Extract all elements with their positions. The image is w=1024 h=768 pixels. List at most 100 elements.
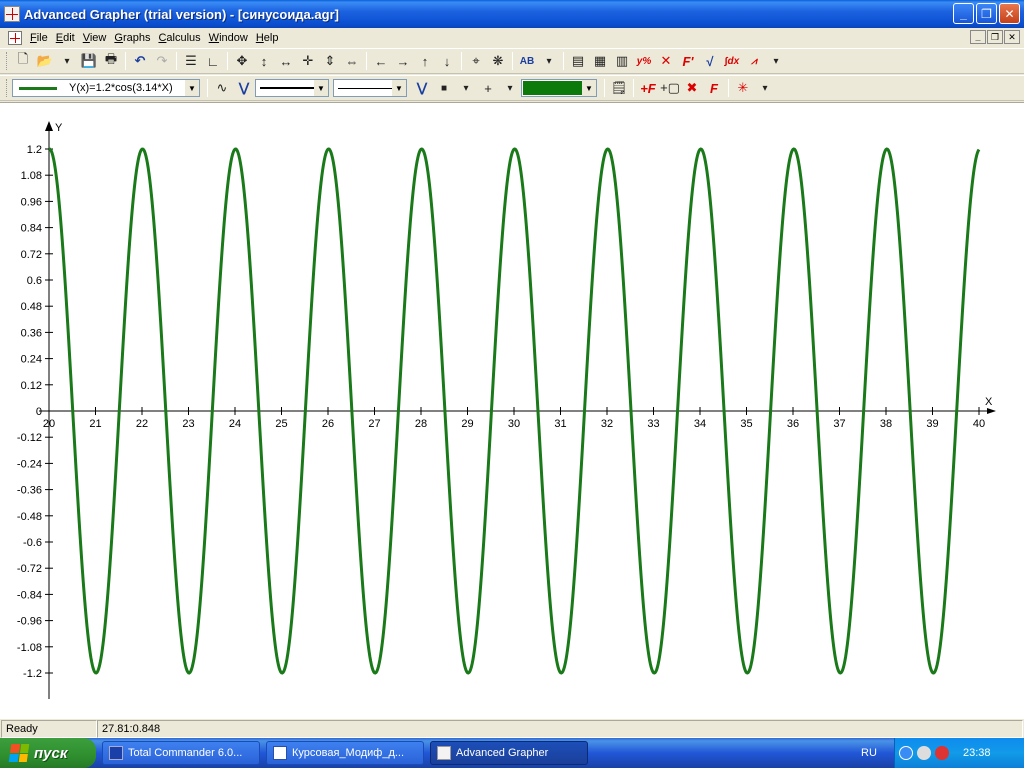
menu-file[interactable]: File <box>26 32 52 44</box>
fit-icon[interactable]: ❋ <box>487 51 509 71</box>
menu-help[interactable]: Help <box>252 32 283 44</box>
text-ab-icon[interactable]: AB <box>516 51 538 71</box>
marker-square-icon[interactable]: ■ <box>433 78 455 98</box>
y-tick-label: 0.84 <box>21 223 42 235</box>
derivative-icon[interactable]: F' <box>677 51 699 71</box>
toolbar-grip[interactable] <box>6 52 9 70</box>
delete-icon[interactable]: ✖ <box>681 78 703 98</box>
network-icon[interactable] <box>917 746 931 760</box>
line-width-preview <box>260 87 316 89</box>
marker-dropdown-icon[interactable]: ▾ <box>455 78 477 98</box>
properties-icon[interactable]: 🗒 <box>608 78 630 98</box>
x-tick-label: 20 <box>43 418 55 430</box>
zoom-in-icon[interactable]: ✛ <box>297 51 319 71</box>
toolbar-grip[interactable] <box>6 79 9 97</box>
open-folder-icon[interactable]: 📂 <box>34 51 56 71</box>
add-function-icon[interactable]: +F <box>637 78 659 98</box>
y-tick-label: 1.08 <box>21 170 42 182</box>
task-advanced-grapher[interactable]: Advanced Grapher <box>430 741 588 765</box>
find-value-icon[interactable]: y% <box>633 51 655 71</box>
table-icon[interactable]: ▤ <box>567 51 589 71</box>
task-total-commander[interactable]: Total Commander 6.0... <box>102 741 260 765</box>
axes-icon[interactable]: ∟ <box>202 51 224 71</box>
menu-calculus[interactable]: Calculus <box>154 32 204 44</box>
mdi-close-button[interactable]: ✕ <box>1004 30 1020 44</box>
print-icon[interactable]: 🖶 <box>100 51 122 71</box>
move-icon[interactable]: ✥ <box>231 51 253 71</box>
graph-canvas[interactable]: Y X 20 21 22 23 24 25 26 27 28 29 30 31 32 33 34 35 36 37 3… <box>0 102 1024 718</box>
center-icon[interactable]: ⌖ <box>465 51 487 71</box>
arrow-down-icon[interactable]: ↓ <box>436 51 458 71</box>
graph-list-icon[interactable]: ☰ <box>180 51 202 71</box>
maximize-button[interactable]: ❐ <box>976 3 997 24</box>
total-commander-icon <box>109 746 123 760</box>
task-word-document[interactable]: Курсовая_Модиф_д... <box>266 741 424 765</box>
language-indicator[interactable]: RU <box>861 747 877 759</box>
y-axis-arrow <box>45 121 53 131</box>
menu-edit[interactable]: Edit <box>52 32 79 44</box>
y-tick-label: 0.72 <box>21 249 42 261</box>
toolbar-separator <box>604 79 605 97</box>
system-tray: RU 23:38 <box>861 738 1024 768</box>
stretch-vertical-icon[interactable]: ↕ <box>253 51 275 71</box>
add-table-icon[interactable]: +▢ <box>659 78 681 98</box>
chevron-down-icon[interactable]: ▼ <box>314 80 328 96</box>
security-shield-icon[interactable] <box>935 746 949 760</box>
task-label: Курсовая_Модиф_д... <box>292 747 405 759</box>
integral-icon[interactable]: ∫dx <box>721 51 743 71</box>
minimize-button[interactable]: _ <box>953 3 974 24</box>
grid-table-icon[interactable]: ▥ <box>611 51 633 71</box>
chevron-down-icon[interactable]: ▼ <box>582 80 596 96</box>
smooth-line-icon[interactable]: ∿ <box>211 78 233 98</box>
color-select[interactable]: ▼ <box>521 79 597 97</box>
start-button[interactable]: пуск <box>0 738 96 768</box>
open-dropdown-icon[interactable]: ▾ <box>56 51 78 71</box>
document-icon[interactable] <box>8 31 22 45</box>
arrow-up-icon[interactable]: ↑ <box>414 51 436 71</box>
shrink-horizontal-icon[interactable]: ⇔ <box>341 51 363 71</box>
cross-dropdown-icon[interactable]: ▾ <box>499 78 521 98</box>
toolbar-separator <box>512 52 513 70</box>
menu-view[interactable]: View <box>79 32 111 44</box>
x-axis-label: X <box>985 396 993 408</box>
menu-window[interactable]: Window <box>205 32 252 44</box>
redo-icon[interactable]: ↷ <box>151 51 173 71</box>
points-icon[interactable]: ✳ <box>732 78 754 98</box>
close-button[interactable]: ✕ <box>999 3 1020 24</box>
tray-arrow-icon[interactable] <box>899 746 913 760</box>
text-dropdown-icon[interactable]: ▾ <box>538 51 560 71</box>
menu-graphs[interactable]: Graphs <box>110 32 154 44</box>
app-icon[interactable] <box>4 6 20 22</box>
y-tick-label: -0.84 <box>17 589 42 601</box>
stretch-horizontal-icon[interactable]: ↔ <box>275 51 297 71</box>
marker-line-icon[interactable]: ⋁ <box>411 78 433 98</box>
shrink-vertical-icon[interactable]: ⇕ <box>319 51 341 71</box>
task-label: Total Commander 6.0... <box>128 747 243 759</box>
mdi-restore-button[interactable]: ❐ <box>987 30 1003 44</box>
tangent-icon[interactable]: √ <box>699 51 721 71</box>
undo-icon[interactable]: ↶ <box>129 51 151 71</box>
y-tick-label: -0.48 <box>17 511 42 523</box>
new-file-icon[interactable]: 🗋 <box>12 51 34 71</box>
chevron-down-icon[interactable]: ▼ <box>392 80 406 96</box>
clock[interactable]: 23:38 <box>963 747 991 759</box>
toolbar-separator <box>366 52 367 70</box>
intersection-icon[interactable]: ✕ <box>655 51 677 71</box>
edit-function-icon[interactable]: F <box>703 78 725 98</box>
line-width-select[interactable]: ▼ <box>255 79 329 97</box>
points-dropdown-icon[interactable]: ▾ <box>754 78 776 98</box>
color-swatch <box>523 81 583 95</box>
arrow-right-icon[interactable]: → <box>392 51 414 71</box>
trend-icon[interactable]: ⩘ <box>743 51 765 71</box>
y-tick-label: -1.08 <box>17 642 42 654</box>
calculus-dropdown-icon[interactable]: ▾ <box>765 51 787 71</box>
line-style-select[interactable]: ▼ <box>333 79 407 97</box>
calculator-icon[interactable]: ▦ <box>589 51 611 71</box>
chevron-down-icon[interactable]: ▼ <box>185 80 199 96</box>
point-line-icon[interactable]: ⋁ <box>233 78 255 98</box>
cross-marker-icon[interactable]: + <box>477 78 499 98</box>
save-icon[interactable]: 💾 <box>78 51 100 71</box>
arrow-left-icon[interactable]: ← <box>370 51 392 71</box>
mdi-minimize-button[interactable]: _ <box>970 30 986 44</box>
function-select[interactable]: Y(x)=1.2*cos(3.14*X) ▼ <box>12 79 200 97</box>
